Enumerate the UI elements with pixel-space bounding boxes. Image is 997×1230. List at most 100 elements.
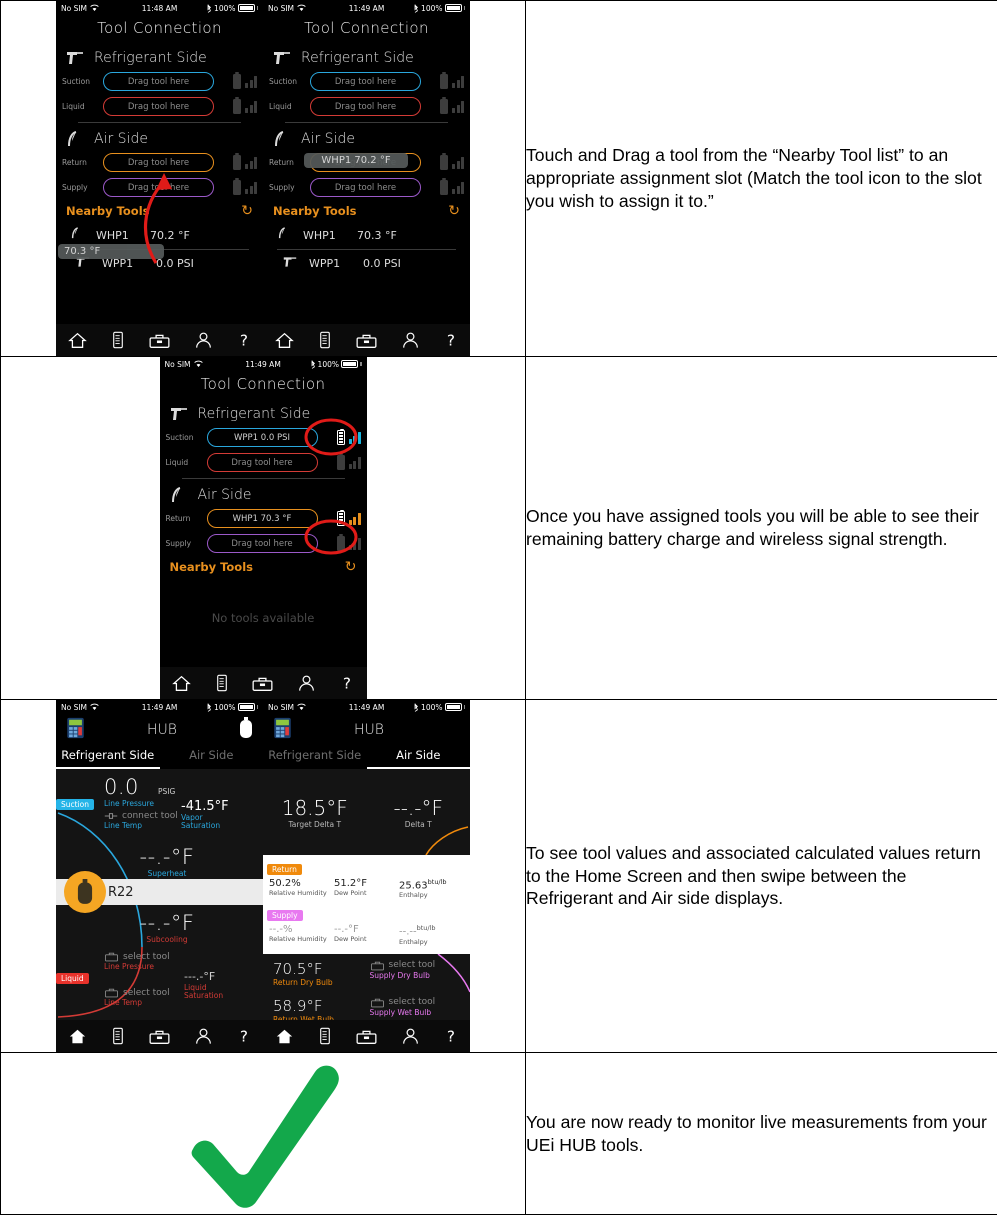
tab-toolbox[interactable]: [252, 675, 273, 692]
tab-account[interactable]: [402, 1027, 419, 1045]
slot-return[interactable]: Return WHP1 70.3 °F: [160, 506, 367, 531]
superheat-readout: --.-°F Superheat: [122, 845, 212, 878]
tab-toolbox[interactable]: [356, 332, 377, 349]
tab-help[interactable]: ?: [444, 1027, 458, 1045]
slot-supply[interactable]: Supply Drag tool here: [263, 175, 470, 200]
page-title: HUB: [147, 722, 177, 738]
tab-toolbox[interactable]: [356, 1028, 377, 1045]
tab-home[interactable]: [275, 332, 295, 349]
bluetooth-icon: [311, 359, 315, 369]
signal-bars-icon: [245, 100, 257, 113]
bluetooth-icon: [414, 702, 419, 712]
battery-indicator-icon: [233, 72, 241, 89]
readout-unit: btu/lb: [416, 924, 436, 933]
tab-air-side[interactable]: Air Side: [366, 745, 470, 769]
readout-value: 58.9°F: [273, 996, 323, 1015]
battery-indicator-icon: [440, 97, 448, 114]
connect-tool-link[interactable]: connect tool: [104, 811, 178, 821]
slot-supply[interactable]: Supply Drag tool here: [160, 531, 367, 556]
return-enthalpy: 25.63btu/lb Enthalpy: [399, 878, 464, 899]
tab-refrigerant-side[interactable]: Refrigerant Side: [56, 745, 160, 769]
tab-gauge[interactable]: [112, 1027, 124, 1045]
tab-help[interactable]: ?: [237, 1027, 251, 1045]
tab-home[interactable]: [275, 1028, 294, 1045]
slot-liquid[interactable]: Liquid Drag tool here: [263, 94, 470, 119]
tab-help[interactable]: ?: [237, 331, 251, 349]
liquid-line-pressure-readout[interactable]: select tool Line Pressure: [104, 951, 170, 972]
select-tool-link[interactable]: select tool: [104, 951, 170, 962]
row3-images-cell: No SIM 11:49 AM 100% HUB Refrigerant Sid…: [0, 699, 526, 1053]
slot-dropzone[interactable]: Drag tool here: [103, 97, 214, 116]
refresh-icon[interactable]: ↻: [345, 560, 357, 574]
list-item[interactable]: WHP1 70.3 °F: [263, 221, 470, 249]
tab-toolbox[interactable]: [149, 332, 170, 349]
tab-home[interactable]: [172, 675, 191, 692]
tab-home[interactable]: [68, 332, 88, 349]
slot-suction[interactable]: Suction WPP1 0.0 PSI: [160, 425, 367, 450]
slot-return[interactable]: Return Drag tool here: [56, 150, 263, 175]
manifold-icon[interactable]: [66, 717, 85, 743]
svg-text:?: ?: [240, 1027, 248, 1045]
slot-label: Return: [62, 158, 87, 167]
readout-value: 70.5°F: [273, 959, 323, 978]
slot-liquid[interactable]: Liquid Drag tool here: [160, 450, 367, 475]
manifold-icon[interactable]: [273, 717, 292, 743]
tab-account[interactable]: [298, 674, 315, 692]
tab-air-side[interactable]: Air Side: [160, 745, 264, 769]
page-title: HUB: [354, 722, 384, 738]
tab-bar: ?: [263, 324, 470, 356]
refresh-icon[interactable]: ↻: [241, 204, 253, 218]
tab-help[interactable]: ?: [444, 331, 458, 349]
line-temp-readout[interactable]: connect tool Line Temp: [104, 811, 178, 830]
slot-dropzone[interactable]: Drag tool here: [310, 72, 421, 91]
slot-suction[interactable]: Suction Drag tool here: [263, 69, 470, 94]
tab-toolbox[interactable]: [149, 1028, 170, 1045]
slot-dropzone[interactable]: Drag tool here: [206, 534, 318, 553]
tab-home[interactable]: [68, 1028, 87, 1045]
drag-ghost-tool[interactable]: 70.3 °F: [58, 244, 164, 259]
battery-indicator-icon: [336, 534, 345, 551]
drag-ghost-tool[interactable]: WHP1 70.2 °F: [304, 153, 408, 168]
tool-name: WPP1: [309, 257, 341, 270]
slot-liquid[interactable]: Liquid Drag tool here: [56, 94, 263, 119]
tab-account[interactable]: [195, 1027, 212, 1045]
tab-account[interactable]: [402, 331, 419, 349]
refrigerant-section-header: Refrigerant Side: [160, 401, 367, 425]
tab-gauge[interactable]: [216, 674, 228, 692]
slot-dropzone[interactable]: WPP1 0.0 PSI: [206, 428, 318, 447]
tab-gauge[interactable]: [319, 331, 331, 349]
battery-percent: 100%: [214, 702, 236, 712]
select-tool-link[interactable]: select tool: [104, 987, 170, 998]
slot-dropzone[interactable]: Drag tool here: [103, 72, 214, 91]
slot-dropzone[interactable]: Drag tool here: [103, 178, 214, 197]
battery-indicator-icon: [336, 453, 345, 470]
slot-suction[interactable]: Suction Drag tool here: [56, 69, 263, 94]
readout-label: Relative Humidity: [269, 935, 327, 944]
tab-gauge[interactable]: [112, 331, 124, 349]
slot-dropzone[interactable]: WHP1 70.3 °F: [206, 509, 318, 528]
slot-indicators: [426, 72, 464, 89]
slot-indicators: [323, 534, 361, 551]
slot-dropzone[interactable]: Drag tool here: [310, 97, 421, 116]
air-probe-icon: [275, 131, 284, 147]
return-dry-bulb: 70.5°F Return Dry Bulb: [267, 960, 370, 987]
slot-dropzone[interactable]: Drag tool here: [206, 453, 318, 472]
slot-dropzone[interactable]: Drag tool here: [103, 153, 214, 172]
tank-icon[interactable]: [239, 717, 253, 743]
tab-refrigerant-side[interactable]: Refrigerant Side: [263, 745, 367, 769]
slot-dropzone[interactable]: Drag tool here: [310, 178, 421, 197]
slot-return[interactable]: Return Drag tool here WHP1 70.2 °F: [263, 150, 470, 175]
refrigerant-heading: Refrigerant Side: [94, 50, 207, 66]
slot-supply[interactable]: Supply Drag tool here: [56, 175, 263, 200]
liquid-line-temp-readout[interactable]: select tool Line Temp: [104, 987, 170, 1008]
battery-tip: [256, 6, 258, 10]
tab-gauge[interactable]: [319, 1027, 331, 1045]
tab-account[interactable]: [195, 331, 212, 349]
refresh-icon[interactable]: ↻: [448, 204, 460, 218]
tool-value: 70.2 °F: [150, 228, 190, 242]
nav-title: Tool Connection: [159, 371, 367, 401]
tab-help[interactable]: ?: [340, 674, 354, 692]
hub-tab-bar: Refrigerant Side Air Side: [56, 745, 263, 769]
list-item[interactable]: WPP1 0.0 PSI: [277, 249, 456, 277]
row3-phone-group: No SIM 11:49 AM 100% HUB Refrigerant Sid…: [1, 700, 525, 1052]
